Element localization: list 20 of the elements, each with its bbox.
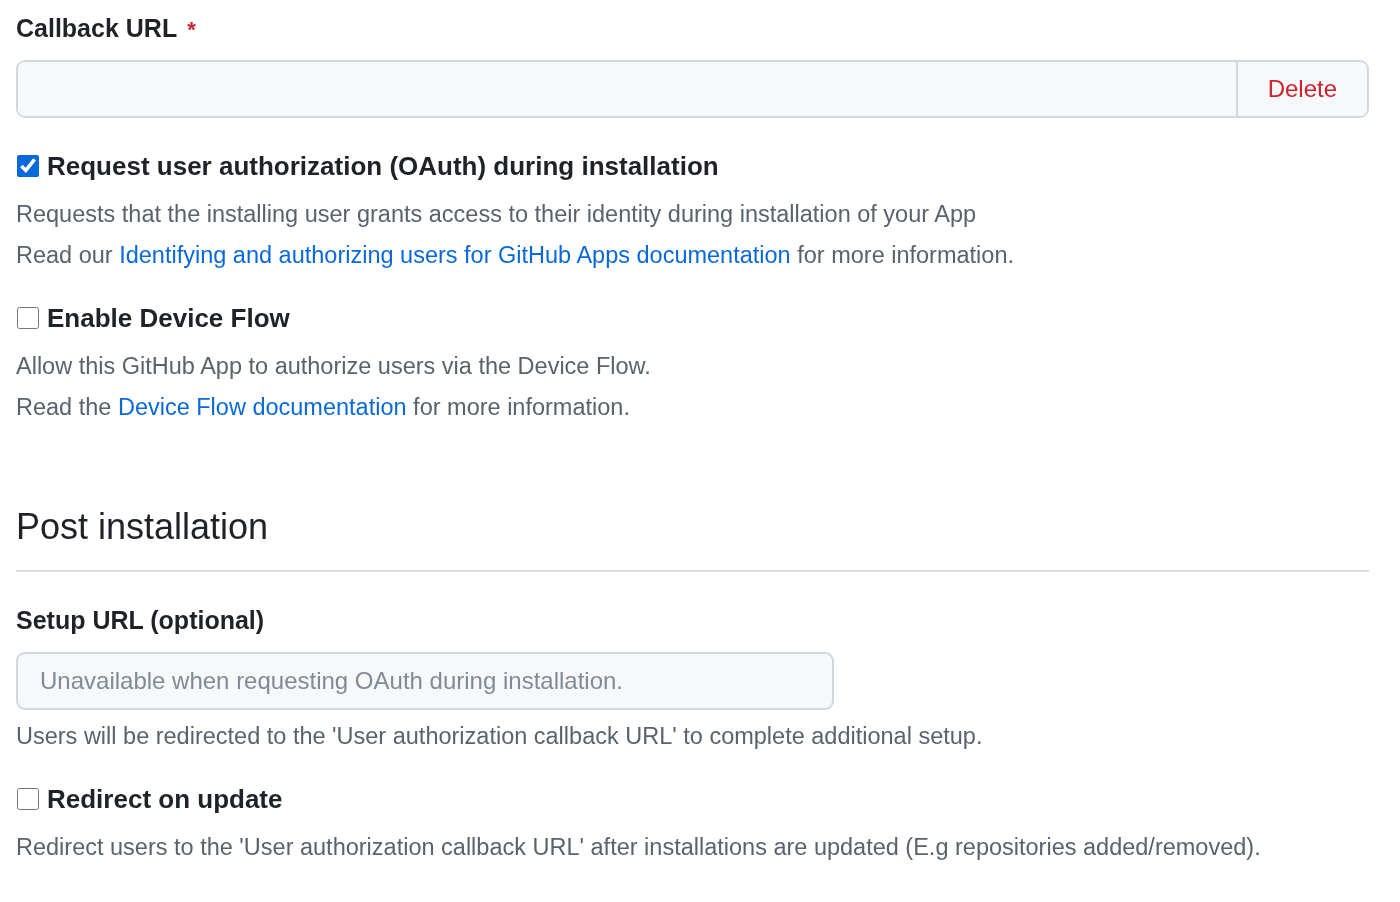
description-text: Read the Device Flow documentation for more information. bbox=[16, 393, 631, 421]
documentation-link[interactable]: Identifying and authorizing users for GitHub Apps documentation bbox=[119, 242, 791, 268]
description-text: Read our Identifying and authorizing users for GitHub Apps documentation for more information. bbox=[16, 241, 1015, 269]
field-label: Setup URL (optional) bbox=[16, 605, 266, 635]
field-label: Callback URL bbox=[16, 13, 178, 43]
checkbox-label[interactable]: Enable Device Flow bbox=[47, 302, 290, 334]
description-text: Redirect users to the 'User authorization callback URL' after installations are updated (E.g repositories added/removed). bbox=[16, 833, 1262, 861]
section-heading: Post installation bbox=[16, 506, 270, 548]
checkbox[interactable] bbox=[17, 307, 39, 329]
documentation-link[interactable]: Device Flow documentation bbox=[117, 394, 407, 420]
checkbox-label[interactable]: Request user authorization (OAuth) during installation bbox=[47, 150, 719, 182]
checkbox[interactable] bbox=[17, 155, 39, 177]
help-text: Users will be redirected to the 'User authorization callback URL' to complete additional setup. bbox=[16, 722, 984, 750]
checkbox[interactable] bbox=[17, 788, 39, 810]
input-field[interactable] bbox=[18, 62, 1236, 116]
delete-button[interactable]: Delete bbox=[1235, 62, 1367, 116]
required-mark: * bbox=[187, 17, 196, 43]
description-text: Requests that the installing user grants access to their identity during installation of your App bbox=[16, 200, 978, 228]
description-text: Allow this GitHub App to authorize users via the Device Flow. bbox=[16, 352, 652, 380]
checkbox-label[interactable]: Redirect on update bbox=[47, 783, 283, 815]
